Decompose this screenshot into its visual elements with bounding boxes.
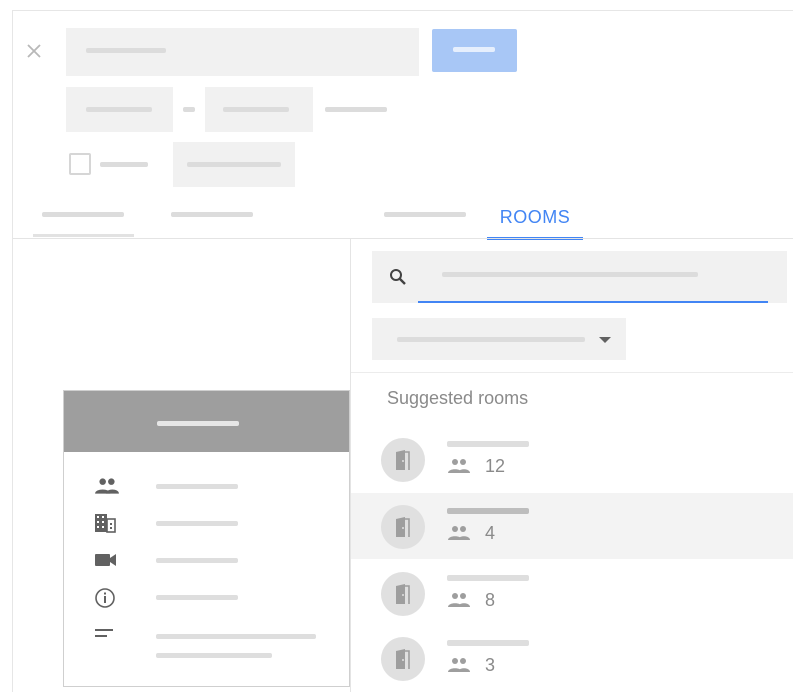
timezone-label (325, 107, 387, 112)
tab-rooms-label: ROOMS (499, 207, 571, 227)
repeat-dropdown[interactable] (173, 142, 295, 187)
room-avatar (381, 572, 425, 616)
start-date-field[interactable] (66, 87, 173, 132)
door-icon (396, 584, 410, 604)
close-icon[interactable] (23, 40, 45, 62)
all-day-label (100, 162, 148, 167)
room-search-box[interactable] (372, 251, 787, 303)
video-camera-icon (95, 554, 116, 566)
tab-event-details[interactable] (42, 212, 124, 217)
room-capacity: 8 (485, 590, 496, 610)
people-icon (95, 478, 119, 494)
room-avatar (381, 505, 425, 549)
people-icon (448, 526, 470, 540)
room-building-row (64, 509, 349, 539)
room-row[interactable]: 8 (351, 560, 793, 626)
room-name (447, 640, 529, 646)
room-capacity: 3 (485, 655, 496, 675)
date-separator (183, 107, 195, 112)
suggested-rooms-heading: Suggested rooms (387, 388, 529, 408)
room-avatar (381, 637, 425, 681)
room-capacity-row (64, 472, 349, 502)
building-filter-dropdown[interactable] (372, 318, 626, 360)
room-description-row (64, 623, 349, 673)
room-name (447, 575, 529, 581)
tabs-divider (13, 238, 793, 239)
room-info-row (64, 583, 349, 613)
rooms-divider (351, 372, 793, 373)
room-details-card (63, 390, 350, 687)
tab-guests[interactable] (171, 212, 253, 217)
room-search-input[interactable] (418, 251, 768, 303)
people-icon (448, 658, 470, 672)
room-details-title (157, 421, 239, 426)
dropdown-arrow-icon (599, 337, 611, 343)
end-date-field[interactable] (205, 87, 313, 132)
door-icon (396, 517, 410, 537)
tab-event-details-underline (33, 234, 134, 237)
description-icon (95, 629, 113, 637)
event-title-field[interactable] (66, 28, 419, 76)
room-name (447, 441, 529, 447)
room-name (447, 508, 529, 514)
search-icon (390, 269, 406, 285)
info-icon (95, 588, 115, 608)
room-capacity: 4 (485, 523, 496, 543)
tab-rooms[interactable]: ROOMS (487, 204, 583, 240)
door-icon (396, 649, 410, 669)
room-details-header (64, 391, 349, 452)
room-capacity: 12 (485, 456, 506, 476)
people-icon (448, 593, 470, 607)
room-row[interactable]: 3 (351, 625, 793, 691)
people-icon (448, 459, 470, 473)
room-avatar (381, 438, 425, 482)
building-icon (95, 514, 116, 533)
all-day-checkbox[interactable] (69, 153, 91, 175)
door-icon (396, 450, 410, 470)
room-video-row (64, 546, 349, 576)
tab-find-time[interactable] (384, 212, 466, 217)
room-row-selected[interactable]: 4 (351, 493, 793, 559)
room-row[interactable]: 12 (351, 426, 793, 492)
save-button[interactable] (432, 29, 517, 72)
